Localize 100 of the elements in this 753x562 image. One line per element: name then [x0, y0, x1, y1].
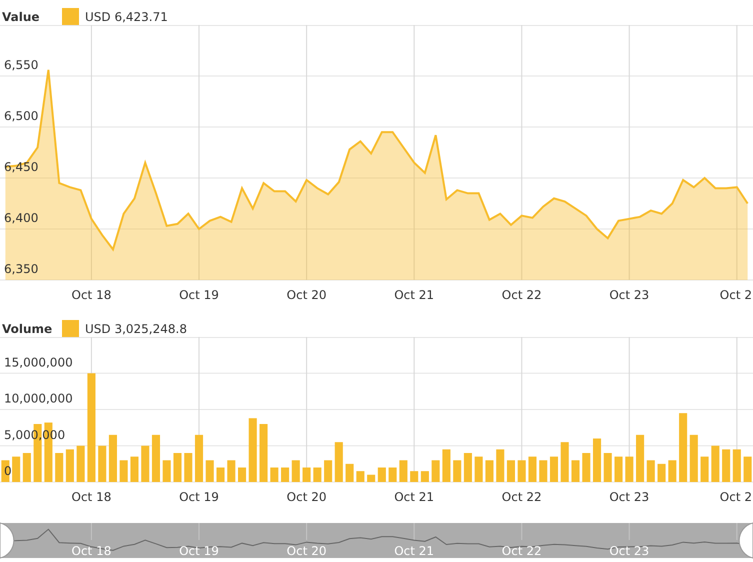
volume-bar — [604, 453, 612, 482]
legend-swatch — [62, 8, 79, 25]
volume-bar — [120, 460, 128, 482]
volume-bar — [420, 471, 429, 482]
volume-bar — [539, 460, 548, 482]
volume-bar — [173, 453, 182, 482]
navigator-label: Oct 20 — [286, 544, 326, 558]
volume-bar — [55, 453, 64, 482]
volume-bar — [432, 460, 440, 482]
volume-bar — [194, 434, 204, 482]
navigator-handle[interactable] — [738, 522, 753, 558]
volume-bar — [700, 456, 709, 482]
volume-bar — [744, 456, 752, 482]
axis-label: Oct 2 — [720, 490, 752, 504]
volume-bar — [625, 456, 634, 482]
volume-bar — [141, 446, 150, 482]
volume-bar — [216, 468, 225, 482]
volume-bar — [356, 471, 364, 482]
legend-label: USD 3,025,248.8 — [85, 320, 187, 336]
navigator-label: Oct 19 — [179, 544, 219, 558]
volume-bar — [722, 449, 730, 482]
axis-label: Oct 18 — [72, 490, 112, 504]
volume-bar — [388, 468, 397, 482]
volume-bar — [658, 464, 666, 482]
axis-label: Oct 19 — [179, 490, 219, 504]
axis-label: Oct 20 — [286, 490, 326, 504]
navigator-label: Oct 23 — [609, 544, 650, 558]
chart-title: Value — [2, 9, 41, 25]
volume-bar — [582, 453, 590, 482]
axis-label: 6,350 — [4, 262, 38, 276]
volume-bar — [313, 468, 322, 482]
volume-bar — [346, 464, 354, 482]
axis-label: Oct 23 — [609, 288, 650, 302]
axis-label: Oct 22 — [502, 490, 542, 504]
volume-bar — [270, 468, 278, 482]
volume-bar — [614, 456, 623, 482]
volume-bar — [66, 449, 74, 482]
volume-bar — [464, 453, 472, 482]
volume-bar — [496, 449, 504, 482]
volume-bar — [227, 460, 236, 482]
volume-bar — [453, 460, 462, 482]
volume-bar — [711, 446, 720, 482]
volume-bar — [592, 438, 602, 482]
axis-label: Oct 19 — [179, 288, 219, 302]
axis-label: 10,000,000 — [4, 392, 73, 406]
volume-bar — [690, 434, 698, 482]
navigator-label: Oct 22 — [502, 544, 542, 558]
axis-label: Oct 18 — [72, 288, 112, 302]
axis-label: 6,550 — [4, 58, 38, 72]
volume-bar — [334, 442, 343, 482]
volume-bar — [646, 460, 655, 482]
volume-bar — [281, 468, 290, 482]
volume-bar — [518, 460, 526, 482]
legend-label: USD 6,423.71 — [85, 8, 168, 24]
volume-bar — [76, 446, 85, 482]
volume-bar — [292, 460, 300, 482]
volume-bar — [474, 456, 483, 482]
volume-bar — [367, 474, 376, 482]
axis-label: 6,400 — [4, 211, 38, 225]
volume-bar — [485, 460, 494, 482]
volume-bar — [98, 446, 106, 482]
volume-bar — [206, 460, 214, 482]
volume-bar — [260, 424, 268, 482]
axis-label: Oct 20 — [286, 288, 326, 302]
axis-label: Oct 21 — [394, 490, 434, 504]
axis-label: Oct 22 — [502, 288, 542, 302]
volume-bar — [442, 449, 450, 482]
volume-bar — [248, 418, 257, 482]
volume-bar — [668, 460, 676, 482]
volume-bar — [399, 460, 408, 482]
navigator-handle[interactable] — [0, 522, 14, 558]
axis-label: Oct 23 — [609, 490, 650, 504]
axis-label: Oct 2 — [720, 288, 752, 302]
axis-label: 15,000,000 — [4, 355, 73, 370]
volume-bar — [162, 460, 171, 482]
volume-bar — [152, 434, 160, 482]
volume-bar — [324, 460, 332, 482]
volume-bar — [679, 413, 688, 482]
volume-bar — [550, 456, 558, 482]
volume-bar — [506, 460, 515, 482]
axis-label: 6,500 — [4, 109, 38, 123]
volume-bar — [636, 434, 644, 482]
volume-bar — [560, 442, 569, 482]
volume-bar — [302, 468, 311, 482]
volume-bar — [22, 453, 31, 482]
volume-bar — [130, 456, 138, 482]
volume-bar — [108, 434, 117, 482]
volume-bar — [12, 456, 20, 482]
axis-label: Oct 21 — [394, 288, 434, 302]
volume-bar — [184, 453, 192, 482]
volume-bar — [528, 456, 537, 482]
navigator-band[interactable] — [0, 523, 753, 558]
axis-label: 6,450 — [4, 160, 38, 174]
volume-bar — [238, 468, 246, 482]
volume-bar — [571, 460, 580, 482]
volume-bar — [732, 449, 741, 482]
navigator-label: Oct 21 — [394, 544, 434, 558]
volume-bar — [378, 468, 386, 482]
volume-bar — [410, 471, 418, 482]
legend-swatch — [62, 320, 79, 337]
